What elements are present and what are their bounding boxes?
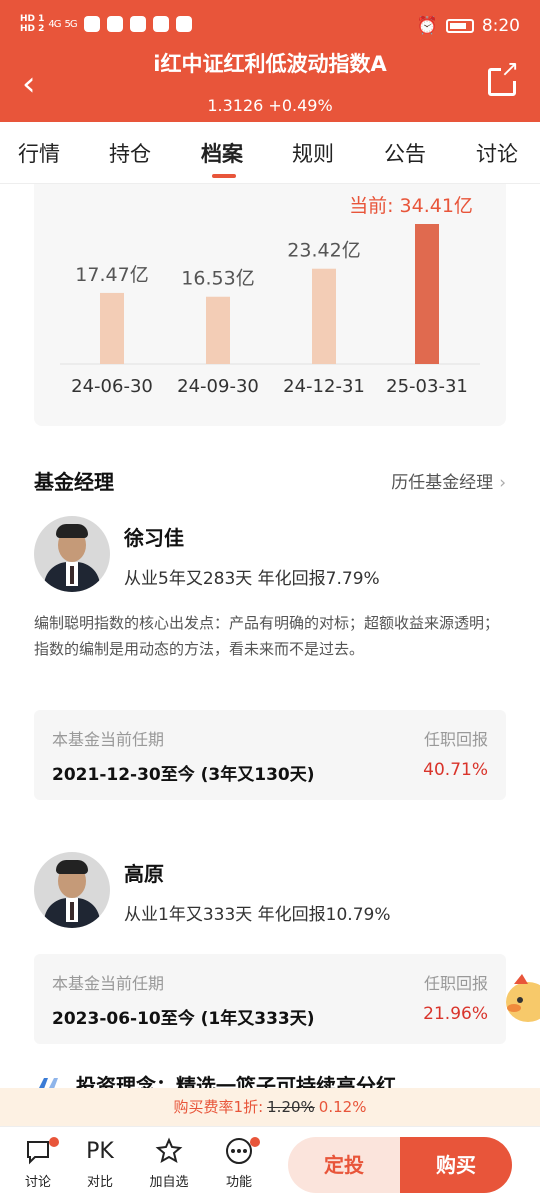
return-value: 40.71% [423, 760, 488, 780]
history-managers-label: 历任基金经理 [391, 473, 494, 493]
nav-discuss-label: 讨论 [24, 1175, 51, 1190]
header-bar: HD 1 HD 2 4G 5G ⏰ 8:20 ‹ i红中证红利低波动指数A 1.… [0, 0, 540, 122]
fee-prefix: 购买费率1折: [173, 1098, 264, 1116]
bottom-action-bar: 讨论 PK 对比 加自选 功能 定投 购买 [0, 1126, 540, 1200]
message-icon [129, 16, 146, 32]
clock: 8:20 [481, 16, 520, 36]
nav-summary: 1.3126 +0.49% [120, 96, 420, 115]
auto-invest-button[interactable]: 定投 [288, 1137, 400, 1193]
nav-add-watchlist[interactable]: 加自选 [144, 1137, 194, 1190]
x-tick-label: 24-09-30 [177, 376, 259, 397]
bar-value-label: 当前: 34.41亿 [349, 195, 473, 217]
tab-profile[interactable]: 档案 [201, 138, 243, 168]
fund-size-chart: 17.47亿 24-06-30 16.53亿 24-09-30 23.42亿 24-12-… [34, 184, 506, 426]
bar-24-09-30 [206, 296, 230, 364]
bar-25-03-31 [415, 224, 439, 364]
manager-stats: 从业1年又333天 年化回报10.79% [124, 905, 391, 925]
manager-name[interactable]: 高原 [124, 858, 164, 887]
nav-value: 1.3126 [207, 96, 264, 115]
return-label: 任职回报 [423, 730, 488, 749]
nav-discuss[interactable]: 讨论 [13, 1137, 63, 1190]
fee-original: 1.20% [267, 1098, 315, 1116]
star-add-icon [144, 1137, 194, 1167]
nav-functions-label: 功能 [225, 1175, 252, 1190]
tenure-value: 2023-06-10至今 (1年又333天) [52, 1009, 315, 1029]
section-title-managers: 基金经理 [34, 470, 114, 494]
bar-24-12-31 [312, 268, 336, 364]
chart-svg: 17.47亿 24-06-30 16.53亿 24-09-30 23.42亿 24-12-… [60, 195, 480, 397]
manager-name[interactable]: 徐习佳 [124, 522, 184, 551]
avatar[interactable] [34, 516, 110, 592]
nav-change: +0.49% [268, 96, 333, 115]
notification-dot [49, 1137, 59, 1147]
sim-label: HD 1 HD 2 [20, 14, 45, 34]
tab-bar: 行情 持仓 档案 规则 公告 讨论 [0, 122, 540, 184]
alarm-icon: ⏰ [416, 16, 438, 36]
fee-banner[interactable]: 购买费率1折: 1.20% 0.12% [0, 1088, 540, 1126]
x-tick-label: 24-12-31 [283, 376, 365, 397]
avatar[interactable] [34, 852, 110, 928]
app-notification-icon [106, 16, 123, 32]
tab-market[interactable]: 行情 [18, 138, 60, 168]
tab-holdings[interactable]: 持仓 [109, 138, 151, 168]
tab-discussion[interactable]: 讨论 [476, 138, 518, 168]
manager-description: 编制聪明指数的核心出发点：产品有明确的对标；超额收益来源透明；指数的编制是用动态… [34, 614, 500, 658]
buy-button[interactable]: 购买 [400, 1137, 512, 1193]
tenure-label: 本基金当前任期 [52, 974, 165, 993]
back-button[interactable]: ‹ [22, 64, 54, 104]
nav-functions[interactable]: 功能 [214, 1137, 264, 1190]
signal-5g-icon: 5G [64, 18, 78, 30]
cloud-icon [175, 16, 192, 32]
return-value: 21.96% [423, 1004, 488, 1024]
tab-announcements[interactable]: 公告 [384, 138, 426, 168]
tenure-value: 2021-12-30至今 (3年又130天) [52, 765, 315, 785]
active-tab-indicator [212, 174, 236, 178]
chat-icon [13, 1137, 63, 1167]
page-title: i红中证红利低波动指数A [153, 52, 387, 76]
signal-4g-icon: 4G [48, 18, 61, 30]
status-right: ⏰ 8:20 [417, 16, 520, 36]
mascot-float-button[interactable] [500, 970, 540, 1030]
pk-icon: PK [86, 1139, 114, 1164]
x-tick-label: 25-03-31 [386, 376, 468, 397]
bar-value-label: 23.42亿 [287, 240, 360, 262]
history-managers-link[interactable]: 历任基金经理 › [391, 468, 506, 493]
battery-icon [445, 19, 474, 33]
nav-compare-label: 对比 [86, 1175, 113, 1190]
tab-rules[interactable]: 规则 [292, 138, 334, 168]
bar-value-label: 16.53亿 [181, 268, 254, 290]
bar-24-06-30 [100, 292, 124, 364]
nav-add-watchlist-label: 加自选 [149, 1175, 189, 1190]
more-icon [214, 1137, 264, 1167]
return-label: 任职回报 [423, 974, 488, 993]
tenure-label: 本基金当前任期 [52, 730, 165, 749]
chevron-right-icon: › [499, 473, 506, 493]
browser-icon [152, 16, 169, 32]
mail-icon [83, 16, 100, 32]
fee-discounted: 0.12% [318, 1098, 367, 1116]
tenure-card: 本基金当前任期 任职回报 2023-06-10至今 (1年又333天) 21.9… [34, 954, 506, 1044]
manager-stats: 从业5年又283天 年化回报7.79% [124, 569, 380, 589]
share-button[interactable] [488, 59, 519, 96]
bar-value-label: 17.47亿 [75, 264, 148, 286]
notification-dot [250, 1137, 260, 1147]
nav-compare[interactable]: PK 对比 [75, 1137, 125, 1190]
status-left: HD 1 HD 2 4G 5G [20, 14, 192, 34]
x-tick-label: 24-06-30 [71, 376, 153, 397]
tenure-card: 本基金当前任期 任职回报 2021-12-30至今 (3年又130天) 40.7… [34, 710, 506, 800]
